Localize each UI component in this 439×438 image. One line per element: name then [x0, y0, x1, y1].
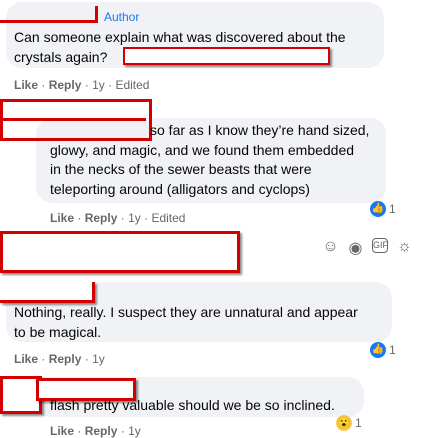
reaction-count: 1: [389, 343, 396, 357]
comment-input-icons: ☺ ◉ GIF ☼: [322, 238, 413, 258]
emoji-icon[interactable]: ☺: [322, 238, 339, 258]
comment-text-2-line4: teleporting around (alligators and cyclo…: [50, 180, 310, 197]
comment-actions-4: Like · Reply · 1y: [50, 424, 141, 438]
gif-icon[interactable]: GIF: [372, 238, 388, 253]
redacted-name-1-edge: [95, 6, 98, 23]
like-button[interactable]: Like: [50, 424, 74, 438]
redacted-mention-1: [123, 47, 330, 65]
comment-text-3-line1: Nothing, really. I suspect they are unna…: [14, 304, 358, 320]
author-badge: Author: [104, 10, 140, 24]
reply-button[interactable]: Reply: [49, 352, 82, 366]
timestamp[interactable]: 1y: [128, 424, 141, 438]
reaction-count: 1: [355, 416, 362, 430]
comment-text-2-line1: so far as I know they’re hand sized,: [150, 122, 370, 138]
comment-actions-2: Like · Reply · 1y · Edited: [50, 211, 186, 225]
timestamp[interactable]: 1y: [92, 78, 105, 92]
reply-button[interactable]: Reply: [85, 424, 118, 438]
edited-label: Edited: [151, 211, 186, 225]
comment-text-3: Nothing, really. I suspect they are unna…: [14, 303, 389, 342]
comment-text-2-line2: glowy, and magic, and we found them embe…: [50, 141, 355, 158]
reaction-badge-4[interactable]: 😮 1: [336, 415, 362, 431]
comment-text-2: so far as I know they’re hand sized, glo…: [50, 121, 385, 199]
comment-text-3-line2: to be magical.: [14, 323, 102, 340]
like-button[interactable]: Like: [14, 352, 38, 366]
edited-label: Edited: [115, 78, 150, 92]
timestamp[interactable]: 1y: [128, 211, 141, 225]
reaction-badge-3[interactable]: 👍 1: [370, 342, 396, 358]
comment-text-4: flash pretty valuable should we be so in…: [50, 397, 335, 413]
reaction-count: 1: [389, 202, 396, 216]
redacted-name-1: [0, 20, 97, 23]
like-button[interactable]: Like: [50, 211, 74, 225]
reaction-badge-2[interactable]: 👍 1: [370, 201, 396, 217]
comment-actions-3: Like · Reply · 1y: [14, 352, 105, 366]
wow-icon: 😮: [336, 415, 352, 431]
redacted-name-3: [0, 282, 95, 303]
reply-button[interactable]: Reply: [85, 211, 118, 225]
like-icon: 👍: [370, 342, 386, 358]
reply-button[interactable]: Reply: [49, 78, 82, 92]
comment-actions-1: Like · Reply · 1y · Edited: [14, 78, 150, 92]
comment-text-2-line3: in the necks of the sewer beasts that we…: [50, 161, 312, 177]
timestamp[interactable]: 1y: [92, 352, 105, 366]
redacted-reply-input: [0, 231, 240, 273]
like-icon: 👍: [370, 201, 386, 217]
sticker-icon[interactable]: ☼: [396, 238, 413, 258]
camera-icon[interactable]: ◉: [347, 238, 364, 258]
like-button[interactable]: Like: [14, 78, 38, 92]
